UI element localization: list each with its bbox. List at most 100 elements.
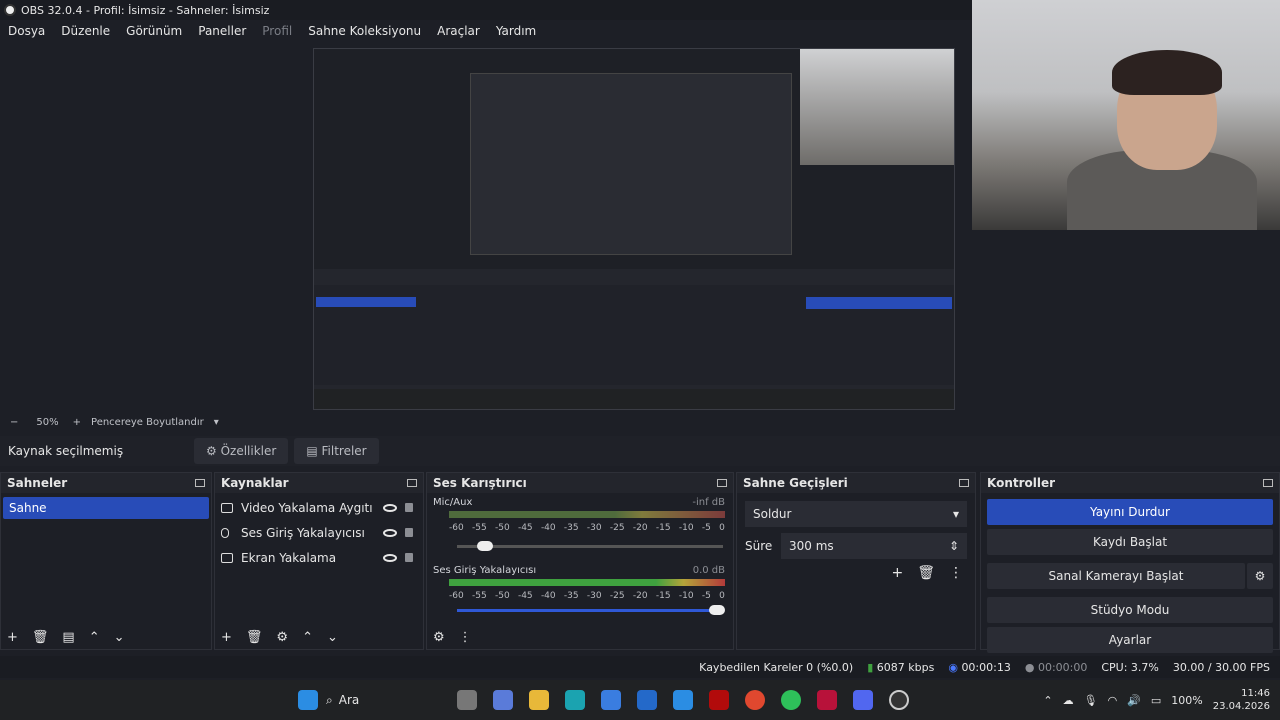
properties-label: Özellikler [220, 444, 277, 458]
move-up-icon[interactable]: ⌃ [89, 630, 100, 645]
monitor-icon [221, 552, 233, 563]
eye-icon[interactable] [383, 528, 397, 537]
move-down-icon[interactable]: ⌄ [114, 630, 125, 645]
nested-obs-screen-2 [470, 73, 792, 255]
add-icon[interactable]: + [7, 630, 18, 645]
start-virtual-camera-button[interactable]: Sanal Kamerayı Başlat [987, 563, 1245, 589]
discord-icon[interactable] [853, 690, 874, 710]
menu-profil[interactable]: Profil [254, 24, 300, 38]
outlook-icon[interactable] [637, 690, 658, 710]
settings-button[interactable]: Ayarlar [987, 627, 1273, 653]
chevron-up-icon[interactable]: ⌃ [1043, 694, 1052, 707]
trash-icon[interactable]: 🗑 [917, 565, 935, 581]
obs-icon[interactable] [889, 690, 910, 710]
eye-icon[interactable] [383, 503, 397, 512]
wifi-icon[interactable]: ◠ [1108, 694, 1118, 707]
spinner-icon[interactable]: ⇕ [949, 539, 959, 553]
menu-dosya[interactable]: Dosya [0, 24, 53, 38]
app-icon[interactable] [673, 690, 694, 710]
filters-button[interactable]: ▤ Filtreler [294, 438, 379, 464]
menu-araclar[interactable]: Araçlar [429, 24, 488, 38]
popout-icon[interactable] [717, 479, 727, 487]
virtual-camera-settings-button[interactable]: ⚙ [1247, 563, 1273, 589]
advanced-audio-icon[interactable]: ⚙ [433, 630, 445, 645]
edge-icon[interactable] [565, 690, 586, 710]
transition-select[interactable]: Soldur ▾ [745, 501, 967, 527]
copilot-icon[interactable] [493, 690, 514, 710]
source-item[interactable]: Ses Giriş Yakalayıcısı [215, 520, 423, 545]
filter-icon[interactable]: ▤ [62, 630, 74, 645]
meter-scale: -60 -55 -50 -45 -40 -35 -30 -25 -20 -15 -10 -5 0 [449, 591, 725, 601]
file-explorer-icon[interactable] [529, 690, 550, 710]
volume-icon[interactable]: 🔊 [1127, 694, 1141, 707]
windows-start-icon[interactable] [298, 690, 318, 710]
whatsapp-icon[interactable] [781, 690, 802, 710]
stream-timer: ◉ 00:00:13 [948, 660, 1011, 674]
popout-icon[interactable] [195, 479, 205, 487]
volume-slider[interactable] [457, 541, 723, 551]
trash-icon[interactable]: 🗑 [246, 630, 263, 645]
popout-icon[interactable] [1263, 479, 1273, 487]
search-icon[interactable]: ⌕ [326, 693, 333, 708]
stop-streaming-button[interactable]: Yayını Durdur [987, 499, 1273, 525]
studio-mode-button[interactable]: Stüdyo Modu [987, 597, 1273, 623]
menu-dots-icon[interactable]: ⋮ [949, 565, 963, 581]
meter-scale: -60 -55 -50 -45 -40 -35 -30 -25 -20 -15 -10 -5 0 [449, 523, 725, 533]
lock-icon[interactable] [405, 528, 413, 537]
add-icon[interactable]: + [891, 565, 903, 581]
battery-icon[interactable]: ▭ [1151, 694, 1161, 707]
store-icon[interactable] [601, 690, 622, 710]
app-icon[interactable] [817, 690, 838, 710]
menu-yardim[interactable]: Yardım [488, 24, 544, 38]
clock[interactable]: 11:46 23.04.2026 [1213, 687, 1270, 713]
move-up-icon[interactable]: ⌃ [302, 630, 313, 645]
gear-icon[interactable]: ⚙ [276, 630, 288, 645]
eye-icon[interactable] [383, 553, 397, 562]
scene-item[interactable]: Sahne [3, 497, 209, 519]
move-down-icon[interactable]: ⌄ [327, 630, 338, 645]
volume-slider[interactable] [457, 605, 725, 615]
menu-sahne-koleksiyonu[interactable]: Sahne Koleksiyonu [300, 24, 429, 38]
app-tray-icon[interactable]: ☁ [1063, 694, 1074, 707]
taskbar: ⌕ Ara ⌃ ☁ 🎙 ◠ 🔊 ▭ 100% 11:46 23.04.2026 [0, 680, 1280, 720]
microphone-icon[interactable]: 🎙 [1084, 694, 1098, 707]
volume-meter [449, 511, 725, 518]
fps: 30.00 / 30.00 FPS [1172, 660, 1270, 674]
popout-icon[interactable] [959, 479, 969, 487]
menu-gorunum[interactable]: Görünüm [118, 24, 190, 38]
add-icon[interactable]: + [221, 630, 232, 645]
scenes-dock: Sahneler Sahne + 🗑 ▤ ⌃ ⌄ [0, 472, 212, 650]
task-view-icon[interactable] [457, 690, 478, 710]
lock-icon[interactable] [405, 503, 413, 512]
menu-duzenle[interactable]: Düzenle [53, 24, 118, 38]
channel-name: Mic/Aux [433, 497, 473, 508]
source-toolbar: Kaynak seçilmemiş ⚙ Özellikler ▤ Filtrel… [0, 436, 1280, 466]
sources-dock: Kaynaklar Video Yakalama Aygıtı Ses Giri… [214, 472, 424, 650]
duration-input[interactable]: 300 ms ⇕ [781, 533, 967, 559]
source-label: Video Yakalama Aygıtı [241, 500, 373, 515]
zoom-out-button[interactable]: − [10, 417, 18, 428]
obs-logo-icon [4, 4, 16, 16]
menu-paneller[interactable]: Paneller [190, 24, 254, 38]
netflix-icon[interactable] [709, 690, 730, 710]
lock-icon[interactable] [405, 553, 413, 562]
taskbar-search[interactable]: Ara [339, 693, 360, 707]
chevron-down-icon[interactable]: ▾ [214, 417, 219, 428]
menu-dots-icon[interactable]: ⋮ [459, 630, 472, 645]
filters-label: Filtreler [321, 444, 367, 458]
gear-icon: ⚙ [206, 444, 217, 458]
transitions-title: Sahne Geçişleri [743, 476, 848, 490]
zoom-in-button[interactable]: + [73, 417, 81, 428]
chrome-icon[interactable] [745, 690, 766, 710]
zoom-fit-label: Pencereye Boyutlandır [91, 416, 204, 428]
preview-canvas[interactable] [313, 48, 955, 410]
trash-icon[interactable]: 🗑 [32, 630, 49, 645]
properties-button[interactable]: ⚙ Özellikler [194, 438, 289, 464]
popout-icon[interactable] [407, 479, 417, 487]
start-recording-button[interactable]: Kaydı Başlat [987, 529, 1273, 555]
camera-icon [221, 502, 233, 513]
nested-webcam [800, 49, 954, 165]
cpu-usage: CPU: 3.7% [1101, 660, 1159, 674]
source-item[interactable]: Ekran Yakalama [215, 545, 423, 570]
source-item[interactable]: Video Yakalama Aygıtı [215, 495, 423, 520]
